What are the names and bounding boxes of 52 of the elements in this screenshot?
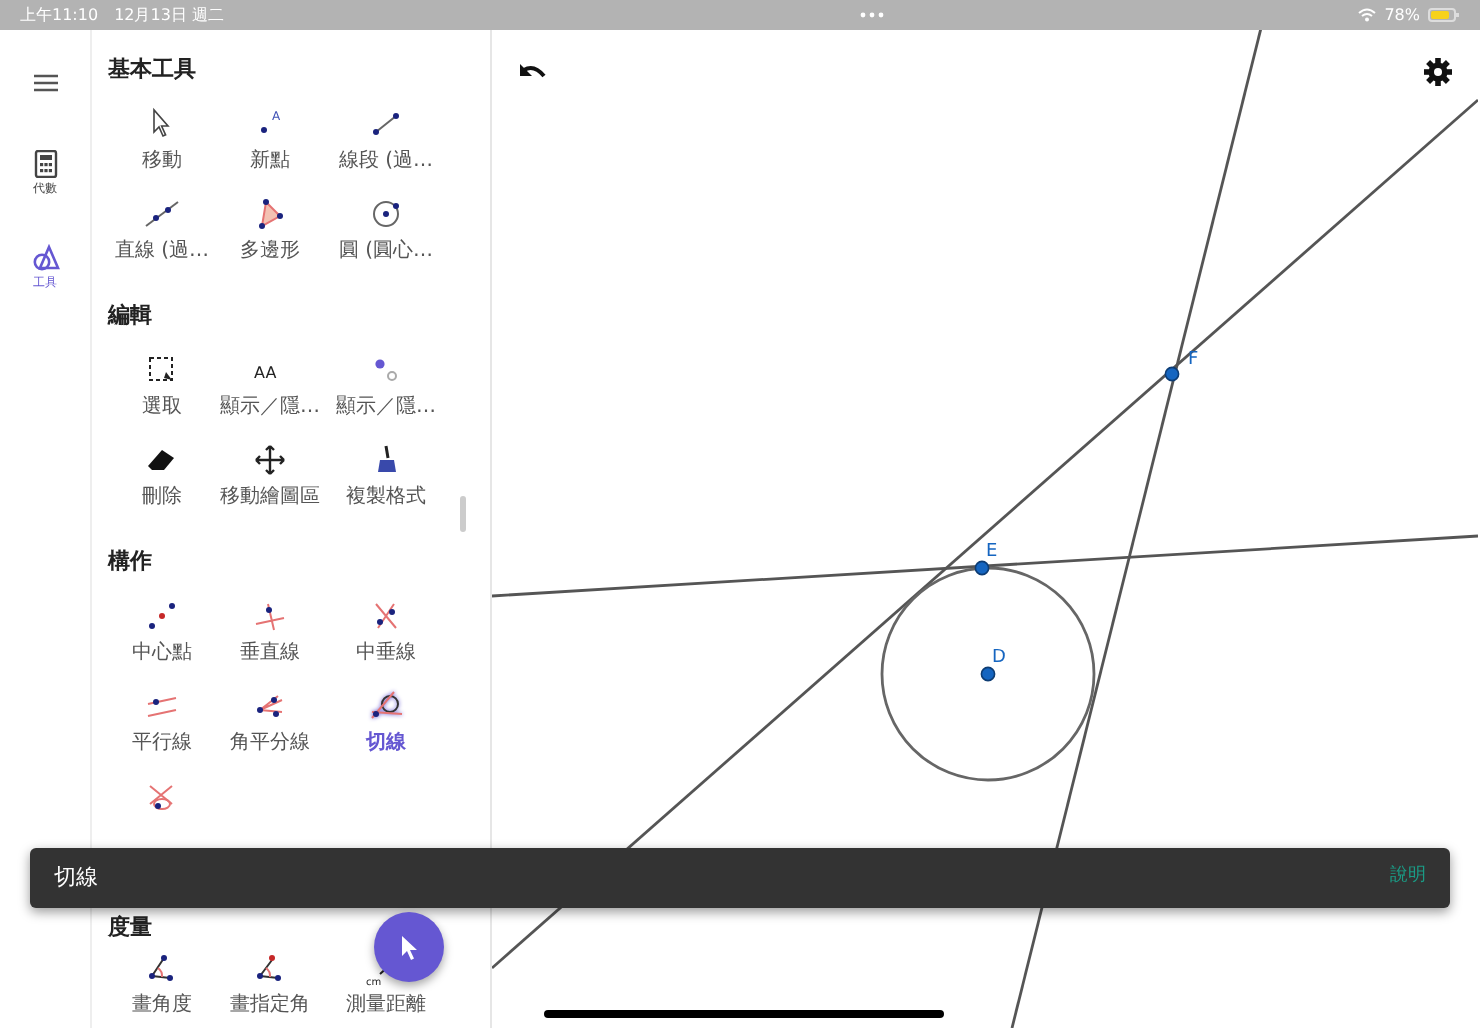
snackbar-message: 切線: [54, 861, 98, 894]
tool-button[interactable]: 多邊形: [240, 194, 300, 284]
tool-button[interactable]: 切線: [366, 686, 406, 776]
pointer-icon: [399, 933, 419, 961]
tool-button[interactable]: 選取: [142, 350, 182, 440]
tool-button[interactable]: 複製格式: [346, 440, 426, 530]
battery-percent: 78%: [1384, 3, 1420, 27]
section-heading: 度量: [108, 912, 152, 944]
tool-button[interactable]: 顯示／隱…: [336, 350, 436, 440]
more-dots-icon: [859, 12, 884, 18]
point-label: D: [992, 648, 1006, 668]
text-icon: AA: [250, 352, 290, 388]
tool-button[interactable]: AA 顯示／隱…: [220, 350, 320, 440]
section-heading: 編輯: [108, 300, 152, 332]
scrollbar-thumb[interactable]: [460, 496, 466, 532]
circle[interactable]: [880, 566, 1096, 782]
tangent-icon: [366, 688, 406, 724]
point-label: E: [986, 542, 998, 562]
calculator-icon: [31, 150, 59, 178]
tangent-line[interactable]: [492, 534, 1478, 598]
tool-button[interactable]: 平行線: [132, 686, 192, 776]
tool-button[interactable]: 移動: [142, 104, 182, 194]
tool-button[interactable]: 線段 (過…: [338, 104, 434, 194]
wifi-icon: [1358, 8, 1377, 22]
tool-button[interactable]: 刪除: [142, 440, 182, 530]
move-icon: [250, 442, 290, 478]
tangent-line[interactable]: [492, 98, 1478, 970]
help-link[interactable]: 說明: [1390, 864, 1426, 892]
tool-button[interactable]: 移動繪圖區: [220, 440, 320, 530]
undo-icon: [518, 61, 546, 82]
tool-button[interactable]: 中垂線: [356, 596, 416, 686]
tool-button[interactable]: 垂直線: [240, 596, 300, 686]
tool-button[interactable]: 畫角度: [132, 948, 192, 1028]
status-time: 上午11:10: [20, 3, 99, 27]
point[interactable]: [974, 560, 990, 576]
point[interactable]: [1164, 366, 1180, 382]
status-date: 12月13日 週二: [114, 3, 224, 27]
tool-button[interactable]: 角平分線: [230, 686, 310, 776]
point[interactable]: [980, 666, 996, 682]
perpendicular-icon: [250, 598, 290, 634]
line-icon: [142, 196, 182, 232]
tool-button[interactable]: 中心點: [132, 596, 192, 686]
settings-icon: [1424, 57, 1452, 86]
tool-button[interactable]: 畫指定角: [230, 948, 310, 1028]
section-heading: 基本工具: [108, 54, 196, 86]
tool-button[interactable]: 圓 (圓心…: [338, 194, 434, 284]
shapes-icon: [31, 244, 59, 272]
battery-icon: [1428, 8, 1460, 22]
point-label: F: [1188, 350, 1199, 370]
section-heading: 構作: [108, 546, 152, 578]
tool-button[interactable]: 直線 (過…: [114, 194, 210, 284]
menu-icon: [33, 74, 57, 93]
